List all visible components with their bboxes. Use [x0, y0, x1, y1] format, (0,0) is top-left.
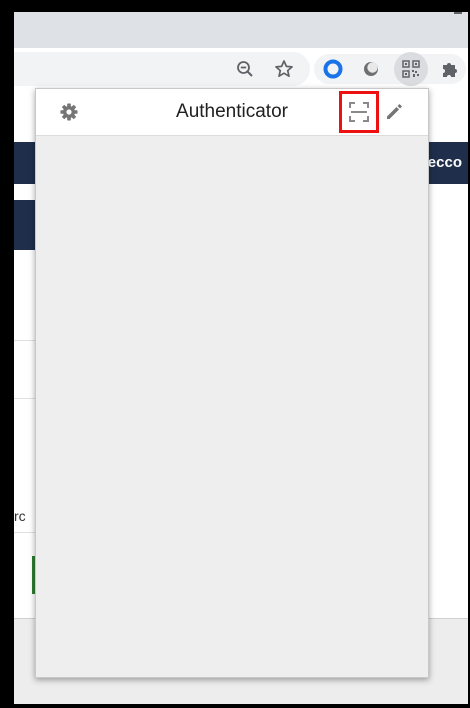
authenticator-popup: Authenticator [35, 88, 429, 678]
authenticator-qr-icon[interactable] [396, 54, 426, 84]
zoom-out-icon[interactable] [230, 54, 260, 84]
site-name-fragment: ecco [427, 154, 462, 171]
scan-button-highlight [339, 91, 379, 133]
browser-window: ecco rc Authenticator [14, 12, 468, 704]
star-icon[interactable] [269, 54, 299, 84]
address-bar[interactable] [14, 52, 310, 86]
browser-toolbar [14, 48, 468, 90]
puzzle-icon[interactable] [435, 54, 465, 84]
tab-strip [14, 12, 468, 48]
pencil-icon[interactable] [379, 97, 409, 127]
password-manager-icon[interactable] [318, 54, 348, 84]
theme-icon[interactable] [356, 54, 386, 84]
page-text-fragment: rc [14, 508, 26, 524]
window-minimize-button[interactable] [454, 12, 462, 14]
gear-icon[interactable] [54, 97, 84, 127]
screenshot-frame: ecco rc Authenticator [0, 0, 470, 708]
popup-header: Authenticator [36, 89, 428, 136]
accounts-list-empty [36, 136, 428, 677]
